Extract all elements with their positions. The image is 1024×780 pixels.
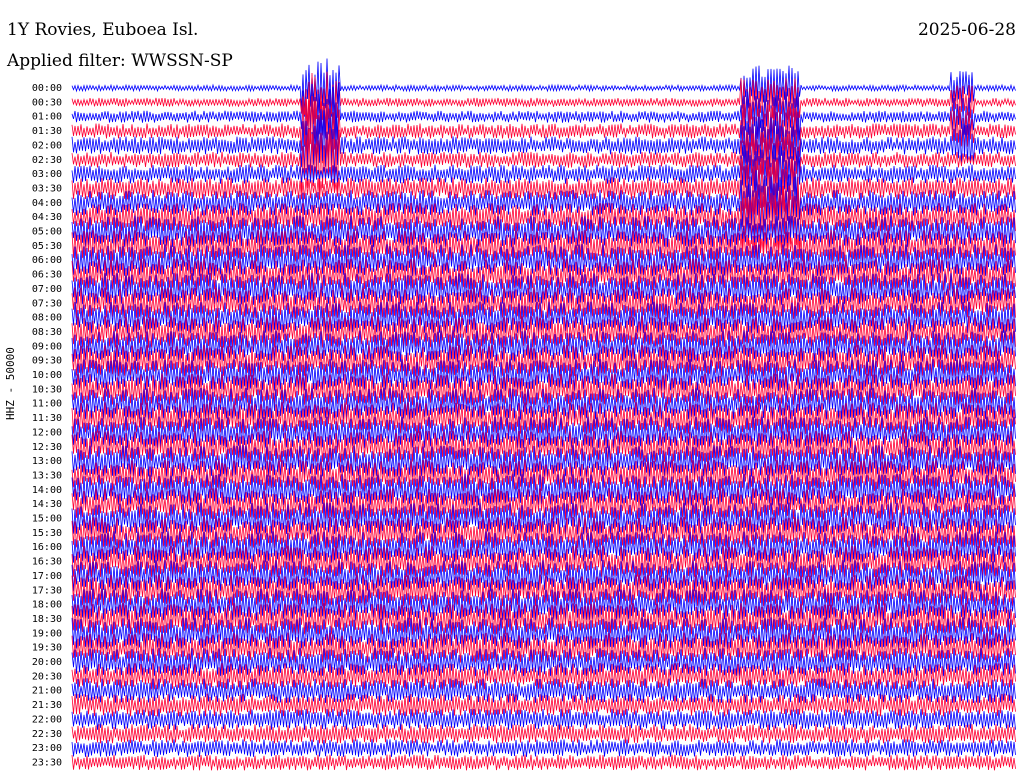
- y-tick-label: 04:30: [32, 212, 62, 223]
- y-tick-label: 22:00: [32, 714, 62, 725]
- y-tick-label: 23:00: [32, 743, 62, 754]
- y-tick-label: 19:30: [32, 643, 62, 654]
- y-tick-label: 02:00: [32, 140, 62, 151]
- y-tick-label: 04:00: [32, 198, 62, 209]
- y-tick-label: 13:00: [32, 456, 62, 467]
- y-tick-label: 09:00: [32, 341, 62, 352]
- y-tick-label: 00:30: [32, 97, 62, 108]
- y-tick-label: 22:30: [32, 729, 62, 740]
- trace-group: [71, 58, 1016, 771]
- y-tick-label: 17:00: [32, 571, 62, 582]
- y-tick-label: 03:30: [32, 183, 62, 194]
- y-tick-label: 07:00: [32, 284, 62, 295]
- y-tick-label: 06:00: [32, 255, 62, 266]
- y-tick-label: 07:30: [32, 298, 62, 309]
- trace-line: [71, 708, 1016, 731]
- trace-line: [71, 71, 1016, 133]
- y-tick-label: 08:30: [32, 327, 62, 338]
- y-tick-label: 10:30: [32, 384, 62, 395]
- y-tick-label: 20:00: [32, 657, 62, 668]
- y-tick-label: 06:30: [32, 270, 62, 281]
- trace-line: [71, 127, 1016, 194]
- y-tick-group: 00:00 00:30 01:00 01:30 02:00 02:30 03:00 03:30…: [32, 83, 62, 768]
- y-tick-label: 19:00: [32, 628, 62, 639]
- y-tick-label: 17:30: [32, 585, 62, 596]
- trace-line: [71, 739, 1016, 757]
- trace-line: [71, 58, 1016, 119]
- y-tick-label: 01:00: [32, 112, 62, 123]
- y-tick-label: 12:00: [32, 427, 62, 438]
- y-tick-label: 18:30: [32, 614, 62, 625]
- y-tick-label: 05:00: [32, 227, 62, 238]
- y-tick-label: 20:30: [32, 671, 62, 682]
- trace-line: [71, 82, 1016, 148]
- y-tick-label: 13:30: [32, 470, 62, 481]
- y-tick-label: 18:00: [32, 600, 62, 611]
- y-tick-label: 11:00: [32, 399, 62, 410]
- helicorder-plot: 00:00 00:30 01:00 01:30 02:00 02:30 03:00 03:30…: [32, 58, 1016, 771]
- y-tick-label: 00:00: [32, 83, 62, 94]
- y-tick-label: 05:30: [32, 241, 62, 252]
- y-tick-label: 09:30: [32, 356, 62, 367]
- y-tick-label: 15:00: [32, 514, 62, 525]
- y-tick-label: 02:30: [32, 155, 62, 166]
- y-tick-label: 03:00: [32, 169, 62, 180]
- trace-line: [71, 724, 1016, 744]
- y-tick-label: 10:00: [32, 370, 62, 381]
- y-tick-label: 01:30: [32, 126, 62, 137]
- trace-line: [71, 754, 1016, 771]
- y-tick-label: 23:30: [32, 757, 62, 768]
- y-tick-label: 08:00: [32, 313, 62, 324]
- y-tick-label: 16:00: [32, 542, 62, 553]
- y-tick-label: 15:30: [32, 528, 62, 539]
- y-tick-label: 16:30: [32, 557, 62, 568]
- y-tick-label: 14:30: [32, 499, 62, 510]
- y-tick-label: 21:30: [32, 700, 62, 711]
- y-tick-label: 21:00: [32, 686, 62, 697]
- y-tick-label: 11:30: [32, 413, 62, 424]
- y-tick-label: 14:00: [32, 485, 62, 496]
- y-tick-label: 12:30: [32, 442, 62, 453]
